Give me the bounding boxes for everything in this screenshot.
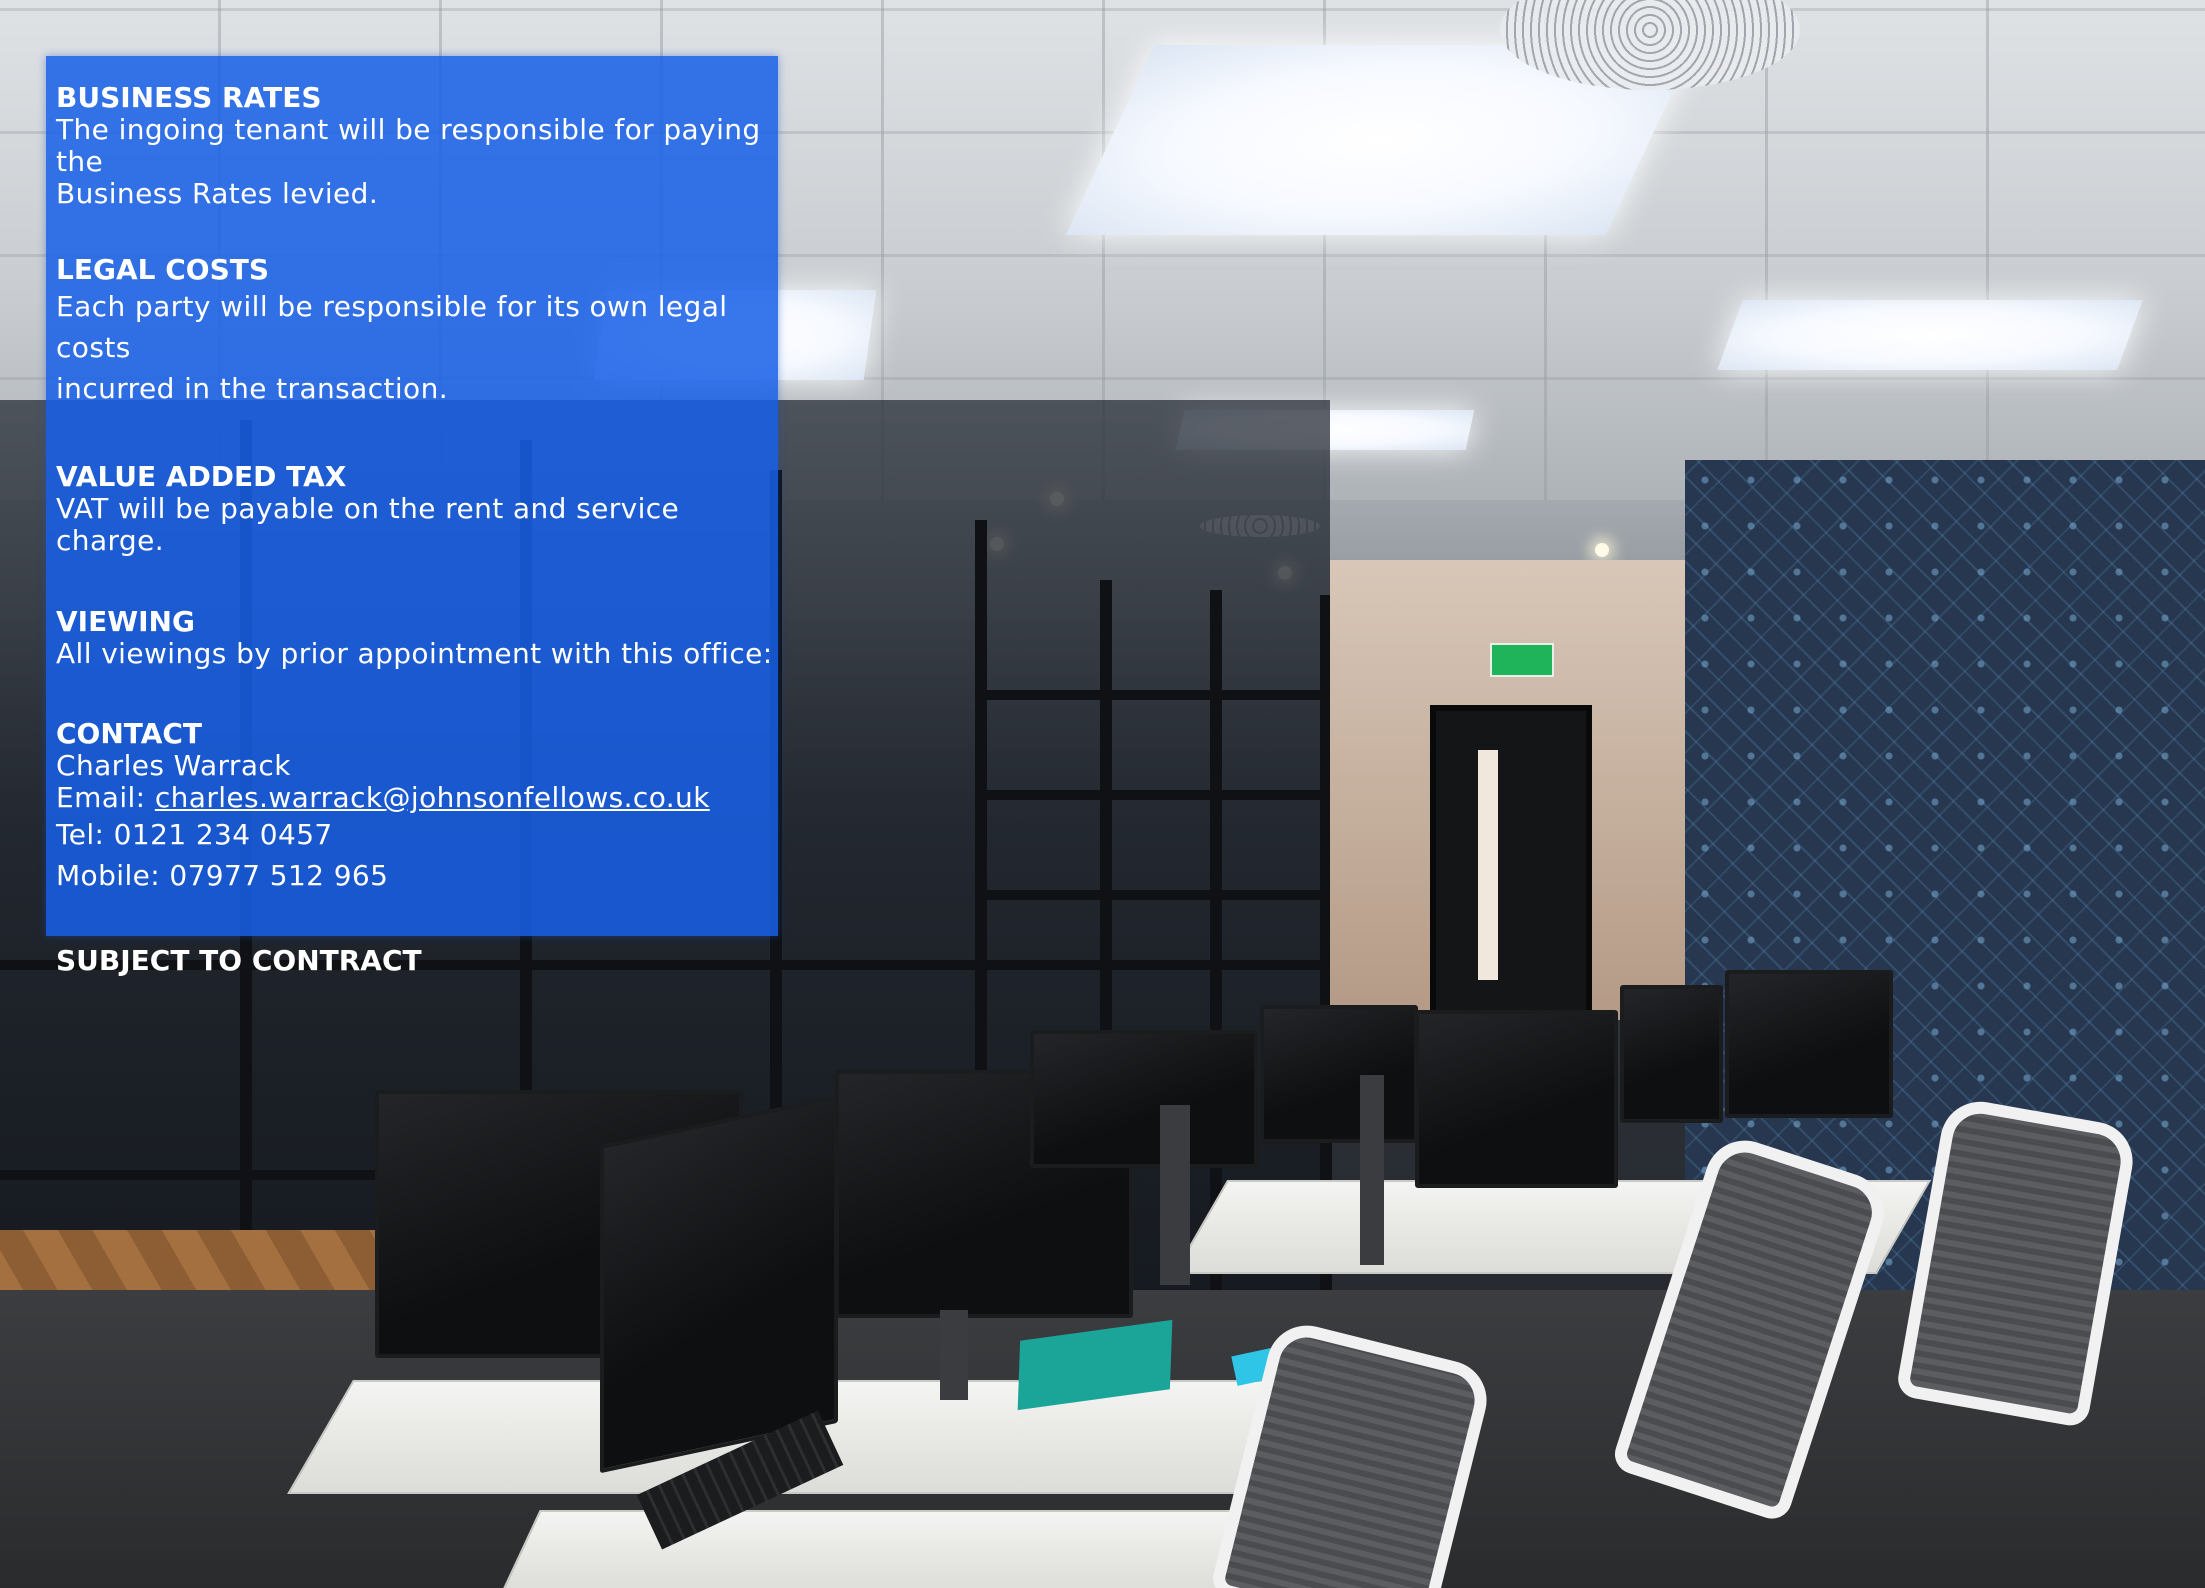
partition-frame xyxy=(975,890,1330,900)
exit-sign xyxy=(1490,643,1554,677)
partition-frame xyxy=(975,790,1330,800)
monitor-stand xyxy=(1360,1075,1384,1265)
legal-costs-text-line: Each party will be responsible for its o… xyxy=(56,290,728,364)
viewing-section: VIEWING All viewings by prior appointmen… xyxy=(56,606,796,670)
monitor xyxy=(1260,1005,1418,1143)
subject-to-contract-section: SUBJECT TO CONTRACT xyxy=(56,945,796,977)
monitor xyxy=(1030,1030,1258,1168)
legal-costs-section: LEGAL COSTS Each party will be responsib… xyxy=(56,254,796,409)
partition-frame xyxy=(975,690,1330,700)
vat-section: VALUE ADDED TAX VAT will be payable on t… xyxy=(56,461,796,557)
viewing-heading: VIEWING xyxy=(56,605,195,638)
monitor xyxy=(1620,985,1723,1123)
contact-section: CONTACT Charles Warrack Email: charles.w… xyxy=(56,718,796,896)
business-rates-heading: BUSINESS RATES xyxy=(56,81,322,114)
viewing-text-line: All viewings by prior appointment with t… xyxy=(56,637,773,670)
business-rates-text-line: Business Rates levied. xyxy=(56,177,379,210)
contact-email-row: Email: charles.warrack@johnsonfellows.co… xyxy=(56,782,796,814)
contact-tel: Tel: 0121 234 0457 xyxy=(56,818,333,851)
ceiling-light xyxy=(1717,300,2143,370)
business-rates-text-line: The ingoing tenant will be responsible f… xyxy=(56,113,761,178)
email-link[interactable]: charles.warrack@johnsonfellows.co.uk xyxy=(155,781,710,814)
door-window xyxy=(1478,750,1498,980)
legal-costs-heading: LEGAL COSTS xyxy=(56,253,269,286)
downlight xyxy=(1595,543,1609,557)
monitor-stand xyxy=(1160,1105,1190,1285)
door xyxy=(1430,705,1592,1047)
contact-name: Charles Warrack xyxy=(56,749,291,782)
legal-costs-text-line: incurred in the transaction. xyxy=(56,372,449,405)
subject-to-contract-heading: SUBJECT TO CONTRACT xyxy=(56,944,422,977)
contact-mobile: Mobile: 07977 512 965 xyxy=(56,859,389,892)
vat-heading: VALUE ADDED TAX xyxy=(56,460,347,493)
contact-heading: CONTACT xyxy=(56,717,203,750)
business-rates-section: BUSINESS RATES The ingoing tenant will b… xyxy=(56,82,796,210)
email-label: Email: xyxy=(56,781,155,814)
monitor-stand xyxy=(940,1310,968,1400)
monitor xyxy=(1415,1010,1618,1188)
vat-text-line: VAT will be payable on the rent and serv… xyxy=(56,492,680,557)
info-content: BUSINESS RATES The ingoing tenant will b… xyxy=(56,82,796,977)
monitor xyxy=(1725,970,1893,1118)
